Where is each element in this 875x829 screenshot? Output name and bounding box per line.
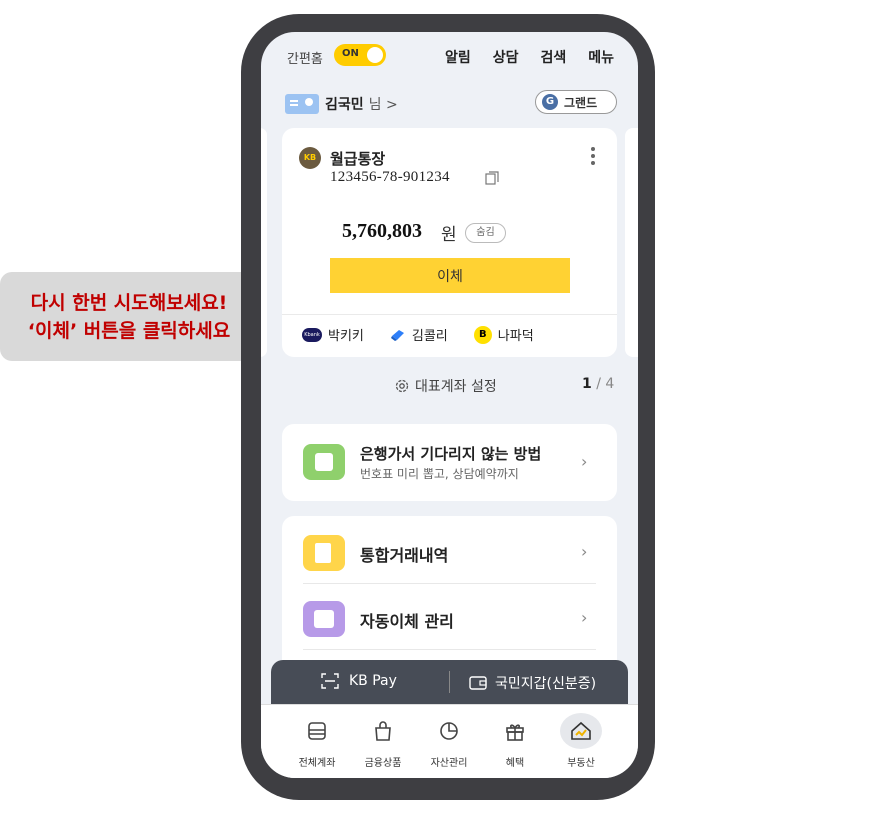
scan-icon (321, 673, 339, 689)
calendar-check-icon (303, 601, 345, 637)
banner-subtitle: 번호표 미리 뽑고, 상담예약까지 (360, 467, 519, 481)
menu-label: 통합거래내역 (360, 546, 449, 565)
bottom-nav-real-estate[interactable]: 부동산 (551, 713, 611, 769)
wallet-button[interactable]: 국민지갑(신분증) (469, 673, 596, 693)
nav-notifications[interactable]: 알림 (445, 47, 471, 67)
kakaobank-icon: B (473, 325, 492, 344)
nav-consult[interactable]: 상담 (493, 47, 519, 67)
menu-divider (303, 649, 596, 650)
tooltip-line-1: 다시 한번 시도해보세요! (30, 291, 228, 314)
copy-icon[interactable] (485, 171, 499, 185)
quick-transfer-item[interactable]: 김콜리 (390, 325, 448, 344)
house-icon (560, 713, 602, 749)
chevron-right-icon: › (581, 542, 588, 561)
hide-balance-button[interactable]: 숨김 (465, 223, 506, 243)
nav-label: 자산관리 (430, 758, 468, 769)
kb-pay-button[interactable]: KB Pay (321, 673, 397, 689)
user-name: 김국민 (325, 97, 364, 113)
next-account-card[interactable] (625, 128, 638, 357)
account-card: KB 월급통장 123456-78-901234 5,760,803 원 숨김 … (282, 128, 617, 357)
phone-screen: 간편홈 ON 알림 상담 검색 메뉴 김국민 님 > G 그랜드 KB 월급통장… (261, 32, 638, 778)
tooltip-line-2: ‘이체’ 버튼을 클릭하세요 (27, 319, 231, 342)
previous-account-card[interactable] (261, 128, 267, 357)
top-bar: 간편홈 ON 알림 상담 검색 메뉴 (261, 32, 638, 82)
receipt-icon (303, 535, 345, 571)
card-divider (282, 314, 617, 315)
primary-account-settings[interactable]: 대표계좌 설정 (394, 376, 497, 396)
wallet-icon (469, 676, 487, 690)
account-number: 123456-78-901234 (330, 169, 450, 185)
menu-item-auto-transfer[interactable]: 자동이체 관리 › (282, 584, 617, 649)
nav-label: 혜택 (505, 758, 525, 769)
nav-label: 금융상품 (364, 758, 402, 769)
carousel-page-indicator: 1 / 4 (582, 376, 614, 392)
quick-transfer-item[interactable]: B 나파덕 (473, 325, 534, 344)
banner-title: 은행가서 기다리지 않는 방법 (360, 445, 542, 463)
bank-visit-banner[interactable]: 은행가서 기다리지 않는 방법 번호표 미리 뽑고, 상담예약까지 › (282, 424, 617, 501)
bottom-nav-benefits[interactable]: 혜택 (485, 713, 545, 769)
menu-item-transactions[interactable]: 통합거래내역 › (282, 518, 617, 583)
account-balance: 5,760,803 (342, 220, 422, 242)
gift-icon (493, 713, 537, 749)
user-suffix: 님 > (368, 97, 398, 113)
grand-icon: G (542, 94, 558, 110)
nav-label: 부동산 (567, 758, 595, 769)
pay-divider (449, 671, 450, 693)
nav-label: 전체계좌 (298, 758, 336, 769)
quick-transfer-item[interactable]: Kbank 박키키 (302, 325, 364, 344)
id-card-icon (285, 94, 319, 114)
grand-button[interactable]: G 그랜드 (535, 90, 617, 114)
simple-home-toggle[interactable]: ON (334, 44, 386, 66)
pay-bar: KB Pay 국민지갑(신분증) (271, 660, 628, 704)
quick-transfer-list: Kbank 박키키 김콜리 B 나파덕 (302, 325, 534, 344)
account-name: 월급통장 (330, 150, 386, 168)
user-profile-link[interactable]: 김국민 님 > (285, 92, 398, 116)
currency-unit: 원 (441, 225, 457, 245)
shopping-bag-icon (361, 713, 405, 749)
bottom-nav-assets[interactable]: 자산관리 (419, 713, 479, 769)
toggle-text: ON (342, 48, 359, 59)
chevron-right-icon: › (581, 452, 588, 471)
gear-icon (395, 379, 409, 393)
quick-transfer-name: 김콜리 (411, 329, 448, 344)
bottom-nav-all-accounts[interactable]: 전체계좌 (287, 713, 347, 769)
top-nav: 알림 상담 검색 메뉴 (445, 47, 614, 67)
quick-transfer-name: 나파덕 (497, 329, 534, 344)
bottom-nav: 전체계좌 금융상품 자산관리 혜택 부동산 (261, 704, 638, 778)
chevron-right-icon: › (581, 608, 588, 627)
page-total: / 4 (596, 376, 615, 392)
bottom-nav-products[interactable]: 금융상품 (353, 713, 413, 769)
kbank-icon: Kbank (302, 327, 322, 342)
transfer-button[interactable]: 이체 (330, 258, 570, 293)
toggle-knob (367, 47, 383, 63)
more-options-icon[interactable] (590, 146, 596, 166)
account-list-icon (295, 713, 339, 749)
wallet-label: 국민지갑(신분증) (495, 676, 597, 692)
pie-chart-icon (427, 713, 471, 749)
settings-label: 대표계좌 설정 (415, 379, 497, 395)
ticket-icon (303, 444, 345, 480)
quick-transfer-name: 박키키 (328, 329, 364, 344)
menu-label: 자동이체 관리 (360, 612, 454, 631)
instruction-tooltip: 다시 한번 시도해보세요! ‘이체’ 버튼을 클릭하세요 (0, 272, 258, 361)
grand-label: 그랜드 (564, 95, 598, 110)
nav-menu[interactable]: 메뉴 (588, 47, 614, 67)
nav-search[interactable]: 검색 (540, 47, 566, 67)
page-current: 1 (582, 376, 592, 392)
simple-home-label: 간편홈 (287, 52, 323, 67)
kb-pay-label: KB Pay (349, 673, 397, 689)
toss-icon (390, 329, 404, 341)
kb-bank-logo-icon: KB (299, 147, 321, 169)
